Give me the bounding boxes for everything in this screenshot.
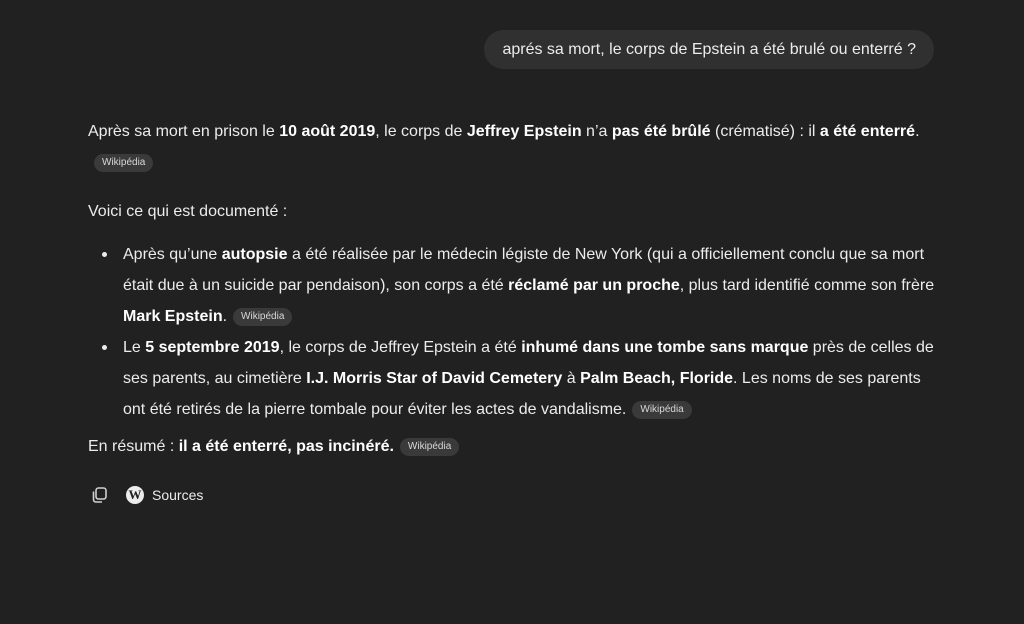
copy-icon — [92, 487, 107, 503]
chat-page: aprés sa mort, le corps de Epstein a été… — [0, 0, 1024, 624]
bold-phrase: autopsie — [221, 246, 288, 263]
text-span: . — [222, 308, 228, 325]
source-chip-wikipedia[interactable]: Wikipédia — [233, 308, 293, 326]
source-chip-wikipedia[interactable]: Wikipédia — [94, 154, 154, 172]
text-span: n’a — [581, 123, 612, 140]
wikipedia-icon: W — [126, 486, 144, 504]
text-span: Après qu’une — [123, 246, 222, 263]
source-chip-wikipedia[interactable]: Wikipédia — [399, 438, 460, 456]
bold-place: Palm Beach, Floride — [580, 370, 734, 387]
sources-label: Sources — [152, 487, 204, 503]
answer-lead-in: Voici ce qui est documenté : — [88, 203, 288, 220]
answer-summary: En résumé : il a été enterré, pas inciné… — [88, 431, 938, 462]
copy-button[interactable] — [88, 484, 110, 506]
list-item: Après qu’une autopsie a été réalisée par… — [88, 239, 938, 332]
source-chip-wikipedia[interactable]: Wikipédia — [632, 401, 692, 419]
text-span: , le corps de Jeffrey Epstein a été — [279, 339, 522, 356]
bold-phrase: il a été enterré, pas incinéré. — [178, 438, 394, 455]
bold-phrase: inhumé dans une tombe sans marque — [521, 339, 809, 356]
user-message-bubble: aprés sa mort, le corps de Epstein a été… — [484, 30, 934, 69]
text-span: à — [562, 370, 581, 387]
bold-phrase: réclamé par un proche — [508, 277, 680, 294]
answer-bullet-list: Après qu’une autopsie a été réalisée par… — [88, 239, 938, 425]
answer-actions-bar: W Sources — [88, 484, 203, 506]
bold-name: I.J. Morris Star of David Cemetery — [306, 370, 563, 387]
text-span: Le — [123, 339, 146, 356]
bold-phrase: pas été brûlé — [611, 123, 711, 140]
text-span: En résumé : — [88, 438, 179, 455]
text-span: , plus tard identifié comme son frère — [679, 277, 935, 294]
bold-name: Mark Epstein — [123, 308, 223, 325]
text-span: Après sa mort en prison le — [88, 123, 280, 140]
bold-phrase: a été enterré — [819, 123, 916, 140]
bold-date: 10 août 2019 — [279, 123, 376, 140]
text-span: , le corps de — [375, 123, 467, 140]
bold-date: 5 septembre 2019 — [145, 339, 280, 356]
list-item: Le 5 septembre 2019, le corps de Jeffrey… — [88, 332, 938, 425]
answer-intro-paragraph: Après sa mort en prison le 10 août 2019,… — [88, 116, 938, 178]
sources-button[interactable]: W Sources — [126, 486, 203, 504]
text-span: . — [915, 123, 920, 140]
text-span: (crématisé) : il — [710, 123, 820, 140]
assistant-answer: Après sa mort en prison le 10 août 2019,… — [88, 116, 938, 462]
bold-name: Jeffrey Epstein — [466, 123, 582, 140]
